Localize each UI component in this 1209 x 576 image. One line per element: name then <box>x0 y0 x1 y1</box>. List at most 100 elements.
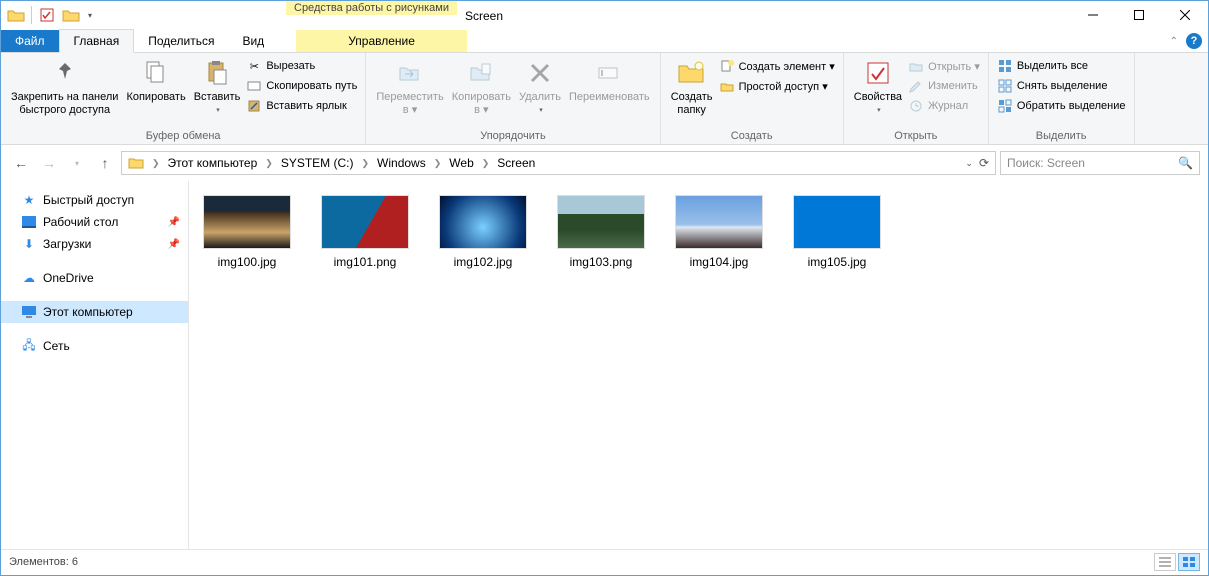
move-to-button[interactable]: Переместить в ▾ <box>372 55 447 119</box>
group-create: Создать папку Создать элемент ▾ Простой … <box>661 53 844 144</box>
copy-button[interactable]: Копировать <box>122 55 189 106</box>
rename-icon <box>593 57 625 89</box>
up-button[interactable]: ↑ <box>93 151 117 175</box>
nav-downloads[interactable]: ⬇Загрузки📌 <box>1 233 188 255</box>
file-item[interactable]: img105.jpg <box>789 195 885 269</box>
network-icon: 🖧 <box>21 338 37 354</box>
move-icon <box>394 57 426 89</box>
tab-file[interactable]: Файл <box>1 30 59 52</box>
paste-button[interactable]: Вставить ▾ <box>190 55 245 119</box>
copy-label: Копировать <box>126 91 185 104</box>
address-bar-row: ← → ▾ ↑ ❯ Этот компьютер ❯ SYSTEM (C:) ❯… <box>1 145 1208 181</box>
cloud-icon: ☁ <box>21 270 37 286</box>
history-button[interactable]: Журнал <box>906 97 982 115</box>
edit-button[interactable]: Изменить <box>906 77 982 95</box>
crumb-system[interactable]: SYSTEM (C:) <box>277 156 358 170</box>
thumbnails-view-button[interactable] <box>1178 553 1200 571</box>
rename-label: Переименовать <box>569 91 650 104</box>
search-input[interactable]: Поиск: Screen 🔍 <box>1000 151 1200 175</box>
tab-view[interactable]: Вид <box>228 30 278 52</box>
path-icon <box>246 78 262 94</box>
pin-quickaccess-button[interactable]: Закрепить на панели быстрого доступа <box>7 55 122 119</box>
selectall-icon <box>997 58 1013 74</box>
crumb-screen[interactable]: Screen <box>493 156 539 170</box>
delete-button[interactable]: Удалить ▾ <box>515 55 565 119</box>
tab-home[interactable]: Главная <box>59 29 135 53</box>
crumb-web[interactable]: Web <box>445 156 477 170</box>
chevron-down-icon[interactable]: ⌄ <box>965 158 973 169</box>
group-label-select: Выделить <box>995 128 1128 144</box>
folder-qat-icon[interactable] <box>60 4 82 26</box>
group-select: Выделить все Снять выделение Обратить вы… <box>989 53 1135 144</box>
pin-label: Закрепить на панели быстрого доступа <box>11 91 118 117</box>
scissors-icon: ✂ <box>246 58 262 74</box>
recent-locations-button[interactable]: ▾ <box>65 151 89 175</box>
nav-quick-access[interactable]: ★Быстрый доступ <box>1 189 188 211</box>
files-view[interactable]: img100.jpg img101.png img102.jpg img103.png… <box>189 181 1208 549</box>
open-button[interactable]: Открыть ▾ <box>906 57 982 75</box>
title-bar: ▾ Средства работы с рисунками Screen <box>1 1 1208 29</box>
nav-this-pc[interactable]: Этот компьютер <box>1 301 188 323</box>
select-all-button[interactable]: Выделить все <box>995 57 1128 75</box>
group-clipboard: Закрепить на панели быстрого доступа Коп… <box>1 53 366 144</box>
collapse-ribbon-icon[interactable]: ⌃ <box>1170 36 1178 47</box>
window-title: Screen <box>457 1 1070 29</box>
chevron-right-icon[interactable]: ❯ <box>360 158 372 169</box>
content-area: ★Быстрый доступ Рабочий стол📌 ⬇Загрузки📌… <box>1 181 1208 549</box>
invert-selection-button[interactable]: Обратить выделение <box>995 97 1128 115</box>
back-button[interactable]: ← <box>9 151 33 175</box>
newitem-icon <box>719 58 735 74</box>
tab-manage[interactable]: Управление <box>296 30 467 52</box>
shortcut-icon <box>246 98 262 114</box>
nav-network[interactable]: 🖧Сеть <box>1 335 188 357</box>
nav-desktop[interactable]: Рабочий стол📌 <box>1 211 188 233</box>
new-item-button[interactable]: Создать элемент ▾ <box>717 57 837 75</box>
group-label-organize: Упорядочить <box>372 128 653 144</box>
file-item[interactable]: img101.png <box>317 195 413 269</box>
pin-icon: 📌 <box>168 239 180 250</box>
chevron-right-icon[interactable]: ❯ <box>432 158 444 169</box>
paste-icon <box>201 57 233 89</box>
file-item[interactable]: img102.jpg <box>435 195 531 269</box>
properties-qat-icon[interactable] <box>36 4 58 26</box>
file-item[interactable]: img104.jpg <box>671 195 767 269</box>
forward-button[interactable]: → <box>37 151 61 175</box>
chevron-right-icon[interactable]: ❯ <box>150 158 162 169</box>
refresh-icon[interactable]: ⟳ <box>979 156 989 170</box>
search-icon: 🔍 <box>1178 156 1193 170</box>
rename-button[interactable]: Переименовать <box>565 55 654 106</box>
chevron-right-icon[interactable]: ❯ <box>263 158 275 169</box>
cut-button[interactable]: ✂Вырезать <box>244 57 359 75</box>
thumbnail <box>675 195 763 249</box>
chevron-right-icon[interactable]: ❯ <box>480 158 492 169</box>
file-item[interactable]: img100.jpg <box>199 195 295 269</box>
help-icon[interactable]: ? <box>1186 33 1202 49</box>
new-folder-button[interactable]: Создать папку <box>667 55 717 119</box>
qat-customize-icon[interactable]: ▾ <box>84 11 96 20</box>
details-view-button[interactable] <box>1154 553 1176 571</box>
properties-button[interactable]: Свойства ▾ <box>850 55 906 119</box>
close-button[interactable] <box>1162 1 1208 29</box>
edit-icon <box>908 78 924 94</box>
desktop-icon <box>21 214 37 230</box>
copy-path-button[interactable]: Скопировать путь <box>244 77 359 95</box>
maximize-button[interactable] <box>1116 1 1162 29</box>
easy-access-button[interactable]: Простой доступ ▾ <box>717 77 837 95</box>
nav-onedrive[interactable]: ☁OneDrive <box>1 267 188 289</box>
thumbnail <box>793 195 881 249</box>
folder-icon <box>124 156 148 170</box>
crumb-thispc[interactable]: Этот компьютер <box>164 156 262 170</box>
crumb-windows[interactable]: Windows <box>373 156 430 170</box>
window-controls <box>1070 1 1208 29</box>
minimize-button[interactable] <box>1070 1 1116 29</box>
paste-shortcut-button[interactable]: Вставить ярлык <box>244 97 359 115</box>
copy-to-button[interactable]: Копировать в ▾ <box>448 55 515 119</box>
tab-share[interactable]: Поделиться <box>134 30 228 52</box>
status-item-count: Элементов: 6 <box>9 556 78 568</box>
address-bar[interactable]: ❯ Этот компьютер ❯ SYSTEM (C:) ❯ Windows… <box>121 151 996 175</box>
move-label: Переместить в ▾ <box>376 91 443 117</box>
file-item[interactable]: img103.png <box>553 195 649 269</box>
select-none-button[interactable]: Снять выделение <box>995 77 1128 95</box>
properties-icon <box>862 57 894 89</box>
quick-access-toolbar: ▾ <box>1 1 100 29</box>
